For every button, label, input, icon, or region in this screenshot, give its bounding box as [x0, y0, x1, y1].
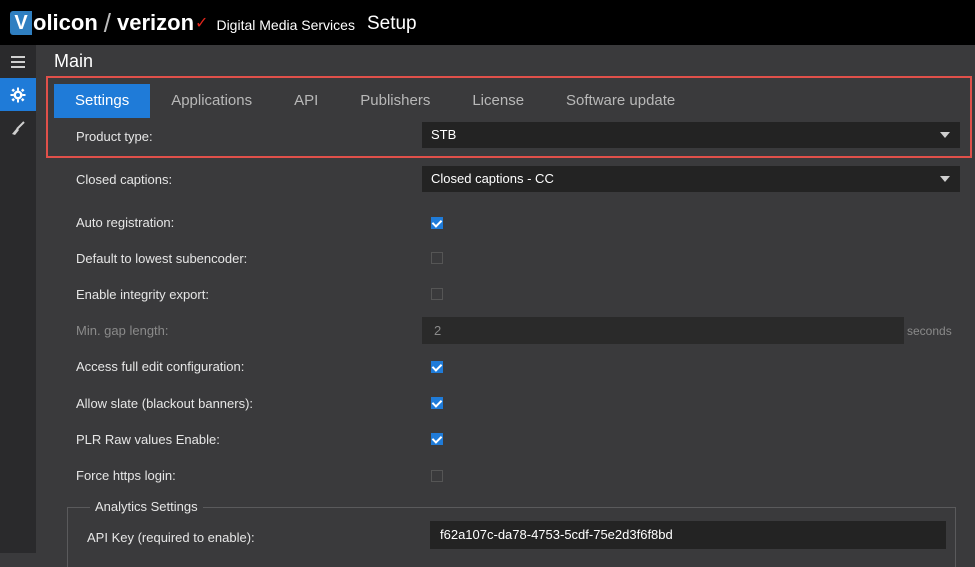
tab-bar: Settings Applications API Publishers Lic… [54, 84, 696, 118]
allow-slate-label: Allow slate (blackout banners): [76, 395, 254, 411]
full-edit-label: Access full edit configuration: [76, 358, 245, 374]
sidebar [0, 45, 36, 553]
full-edit-checkbox[interactable] [431, 361, 443, 373]
menu-icon [11, 55, 25, 68]
closed-captions-row: Closed captions: [76, 161, 172, 197]
tab-license[interactable]: License [451, 84, 545, 118]
allow-slate-checkbox[interactable] [431, 397, 443, 409]
closed-captions-select[interactable]: Closed captions - CC [422, 166, 960, 192]
analytics-legend: Analytics Settings [90, 499, 203, 514]
product-type-value: STB [431, 127, 457, 142]
sidebar-settings[interactable] [0, 78, 36, 111]
broom-icon [12, 120, 25, 135]
tab-settings[interactable]: Settings [54, 84, 151, 118]
closed-captions-value: Closed captions - CC [431, 171, 554, 186]
full-edit-row: Access full edit configuration: [76, 348, 244, 384]
tab-software-update[interactable]: Software update [545, 84, 696, 118]
page-name: Setup [366, 13, 417, 34]
tab-publishers[interactable]: Publishers [339, 84, 451, 118]
logo-brand: olicon [33, 10, 98, 35]
verizon-check-icon: ✓ [195, 15, 209, 32]
min-gap-input[interactable]: 2 [422, 317, 904, 344]
integrity-export-label: Enable integrity export: [76, 286, 209, 302]
logo-letter: V [10, 11, 32, 35]
sidebar-cleanup[interactable] [0, 111, 36, 144]
tab-applications[interactable]: Applications [150, 84, 273, 118]
gear-icon [10, 87, 26, 102]
api-key-input[interactable]: f62a107c-da78-4753-5cdf-75e2d3f6f8bd [430, 521, 946, 549]
page-title: Main [54, 51, 94, 71]
logo-brand2: verizon [117, 10, 195, 35]
product-type-select[interactable]: STB [422, 122, 960, 148]
plr-raw-checkbox[interactable] [431, 433, 443, 445]
integrity-export-checkbox[interactable] [431, 288, 443, 300]
integrity-export-row: Enable integrity export: [76, 276, 209, 312]
product-type-row: Product type: [76, 118, 153, 154]
slash-glyph: / [103, 7, 112, 38]
default-lowest-checkbox[interactable] [431, 252, 443, 264]
api-key-label: API Key (required to enable): [87, 530, 255, 545]
min-gap-unit: seconds [907, 324, 952, 338]
auto-registration-label: Auto registration: [76, 214, 175, 230]
product-type-label: Product type: [76, 128, 153, 144]
plr-raw-row: PLR Raw values Enable: [76, 421, 220, 457]
top-bar: V olicon / verizon ✓ Digital Media Servi… [0, 0, 975, 45]
volicon-verizon-logo: V olicon / verizon ✓ Digital Media Servi… [10, 6, 417, 40]
default-lowest-label: Default to lowest subencoder: [76, 250, 248, 266]
plr-raw-label: PLR Raw values Enable: [76, 431, 220, 447]
auto-registration-row: Auto registration: [76, 204, 174, 240]
closed-captions-label: Closed captions: [76, 171, 173, 187]
sidebar-menu[interactable] [0, 45, 36, 78]
chevron-down-icon [940, 176, 950, 182]
app-subtitle: Digital Media Services [216, 17, 355, 33]
default-lowest-row: Default to lowest subencoder: [76, 240, 247, 276]
chevron-down-icon [940, 132, 950, 138]
auto-registration-checkbox[interactable] [431, 217, 443, 229]
force-https-label: Force https login: [76, 467, 176, 483]
allow-slate-row: Allow slate (blackout banners): [76, 385, 253, 421]
force-https-row: Force https login: [76, 457, 176, 493]
tab-api[interactable]: API [273, 84, 339, 118]
min-gap-row: Min. gap length: [76, 312, 169, 348]
force-https-checkbox[interactable] [431, 470, 443, 482]
min-gap-label: Min. gap length: [76, 322, 169, 338]
